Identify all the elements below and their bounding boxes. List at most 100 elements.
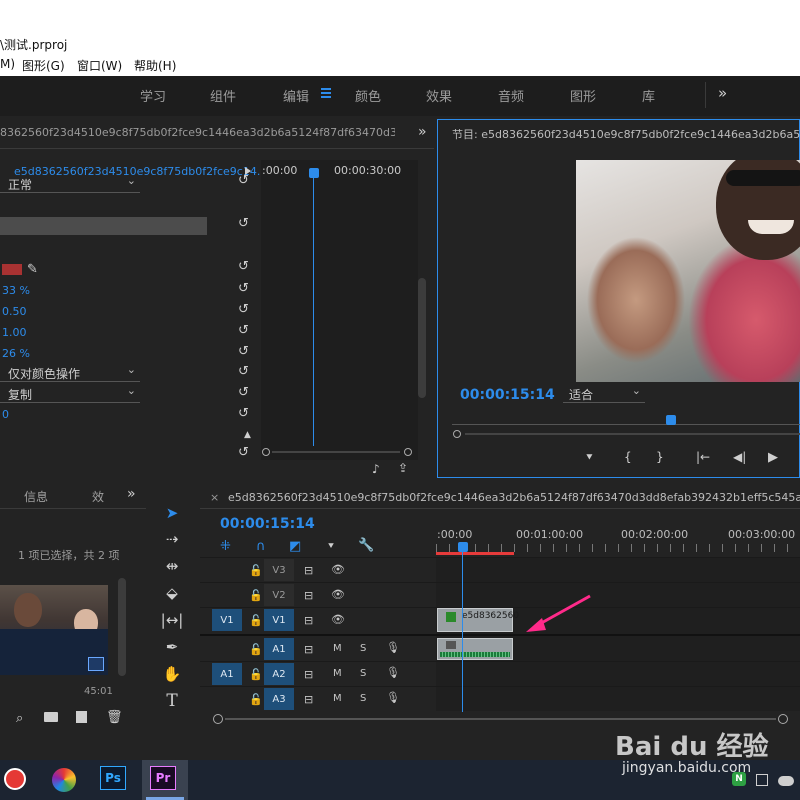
- track-label-a2[interactable]: A2: [264, 663, 294, 685]
- source-patch-a1[interactable]: A1: [212, 663, 242, 685]
- reset-icon[interactable]: ↺: [238, 406, 249, 421]
- composite-dropdown[interactable]: 复制 ⌄: [0, 384, 140, 403]
- lock-icon[interactable]: 🔓: [249, 589, 263, 602]
- effect-value-pct-a[interactable]: 33 %: [2, 284, 30, 297]
- project-thumbnail[interactable]: [0, 585, 108, 675]
- mute-button[interactable]: M: [333, 643, 342, 654]
- workspace-tab-audio[interactable]: 音频: [498, 86, 524, 105]
- reset-icon[interactable]: ↺: [238, 385, 249, 400]
- workspace-tab-color[interactable]: 颜色: [355, 86, 381, 105]
- eye-icon[interactable]: 👁: [331, 563, 345, 576]
- microphone-icon[interactable]: 🎙: [386, 691, 400, 704]
- type-tool-icon[interactable]: T: [160, 690, 184, 712]
- project-more-button[interactable]: »: [127, 486, 136, 502]
- export-icon[interactable]: ⇪: [398, 461, 408, 475]
- tray-icon-cloud[interactable]: [778, 776, 794, 786]
- track-label-v1[interactable]: V1: [264, 609, 294, 631]
- play-icon[interactable]: ▶: [768, 450, 778, 465]
- menu-item-window[interactable]: 窗口(W): [77, 57, 122, 74]
- new-bin-icon[interactable]: [44, 712, 58, 722]
- audio-clip[interactable]: [437, 638, 513, 660]
- new-item-icon[interactable]: [76, 711, 87, 723]
- microphone-icon[interactable]: 🎙: [386, 641, 400, 654]
- effect-value-pct-b[interactable]: 26 %: [2, 347, 30, 360]
- track-label-v2[interactable]: V2: [264, 584, 294, 606]
- selection-tool-icon[interactable]: ➤: [160, 502, 184, 524]
- effect-controls-more[interactable]: »: [418, 124, 427, 140]
- mute-button[interactable]: M: [333, 668, 342, 679]
- project-scrollbar[interactable]: [118, 578, 126, 676]
- export-frame-icon[interactable]: ♪: [372, 462, 380, 476]
- effect-scrollbar[interactable]: [418, 278, 426, 398]
- project-tab-info[interactable]: 信息: [24, 488, 48, 505]
- workspace-more-button[interactable]: »: [718, 84, 727, 102]
- color-swatch[interactable]: [2, 264, 22, 275]
- workspace-tab-libraries[interactable]: 库: [642, 86, 655, 105]
- program-timecode[interactable]: 00:00:15:14: [460, 387, 555, 403]
- premiere-app-icon[interactable]: Pr: [150, 766, 176, 790]
- lock-icon[interactable]: 🔓: [249, 643, 263, 656]
- operation-dropdown[interactable]: 仅对颜色操作 ⌄: [0, 363, 140, 382]
- program-playhead[interactable]: [666, 415, 676, 425]
- sync-lock-icon[interactable]: ⊟: [304, 589, 313, 602]
- workspace-tab-effects[interactable]: 效果: [426, 86, 452, 105]
- workspace-menu-icon[interactable]: [321, 88, 331, 98]
- search-icon[interactable]: ⌕: [16, 711, 23, 726]
- track-label-v3[interactable]: V3: [264, 559, 294, 581]
- source-patch-v1[interactable]: V1: [212, 609, 242, 631]
- pen-tool-icon[interactable]: ✒: [160, 636, 184, 658]
- mute-button[interactable]: M: [333, 693, 342, 704]
- sync-lock-icon[interactable]: ⊟: [304, 693, 313, 706]
- eyedropper-icon[interactable]: ✎: [27, 262, 38, 277]
- work-area-bar[interactable]: [436, 552, 514, 555]
- effect-value-zero[interactable]: 0: [2, 408, 9, 421]
- effect-value-a[interactable]: 0.50: [2, 305, 27, 318]
- solo-button[interactable]: S: [360, 643, 366, 654]
- timeline-sequence-name[interactable]: e5d8362560f23d4510e9c8f75db0f2fce9c1446e…: [228, 491, 800, 504]
- reset-icon[interactable]: ↺: [238, 323, 249, 338]
- app-icon-color-wheel[interactable]: [52, 768, 76, 792]
- reset-icon[interactable]: ↺: [238, 302, 249, 317]
- program-scroll-start[interactable]: [453, 430, 461, 438]
- step-back-icon[interactable]: ◀|: [733, 450, 746, 464]
- timeline-hscroll[interactable]: [213, 714, 788, 724]
- microphone-icon[interactable]: 🎙: [386, 666, 400, 679]
- lock-icon[interactable]: 🔓: [249, 564, 263, 577]
- workspace-tab-learn[interactable]: 学习: [140, 86, 166, 105]
- solo-button[interactable]: S: [360, 693, 366, 704]
- blend-mode-dropdown[interactable]: 正常 ⌄: [0, 174, 140, 193]
- project-tab-effects[interactable]: 效: [92, 488, 104, 505]
- reset-icon[interactable]: ↺: [238, 216, 249, 231]
- marker-icon[interactable]: ⯆: [327, 541, 335, 552]
- photoshop-app-icon[interactable]: Ps: [100, 766, 126, 790]
- reset-icon[interactable]: ↺: [238, 173, 249, 188]
- app-icon-red[interactable]: [4, 768, 26, 790]
- reset-icon[interactable]: ↺: [238, 281, 249, 296]
- effect-value-b[interactable]: 1.00: [2, 326, 27, 339]
- mark-in-icon[interactable]: {: [624, 450, 632, 464]
- track-select-tool-icon[interactable]: ⇢: [160, 528, 184, 550]
- mini-timeline-hscroll[interactable]: [262, 448, 412, 456]
- lock-icon[interactable]: 🔓: [249, 668, 263, 681]
- linked-selection-icon[interactable]: ∩: [256, 539, 266, 554]
- sync-lock-icon[interactable]: ⊟: [304, 564, 313, 577]
- video-clip[interactable]: e5d8362560: [437, 608, 519, 632]
- workspace-tab-graphics[interactable]: 图形: [570, 86, 596, 105]
- timeline-timecode[interactable]: 00:00:15:14: [220, 516, 315, 532]
- sync-lock-icon[interactable]: ⊟: [304, 668, 313, 681]
- menu-item-m[interactable]: M): [0, 57, 15, 71]
- mark-out-icon[interactable]: }: [656, 450, 664, 464]
- reset-icon[interactable]: ↺: [238, 259, 249, 274]
- workspace-tab-assembly[interactable]: 组件: [210, 86, 236, 105]
- lock-icon[interactable]: 🔓: [249, 614, 263, 627]
- timeline-close-icon[interactable]: ×: [210, 491, 219, 504]
- go-to-in-icon[interactable]: |←: [696, 450, 710, 464]
- snap-icon[interactable]: ⁜: [220, 539, 231, 554]
- track-label-a3[interactable]: A3: [264, 688, 294, 710]
- lock-icon[interactable]: 🔓: [249, 693, 263, 706]
- menu-item-help[interactable]: 帮助(H): [134, 57, 176, 74]
- tray-icon-window[interactable]: [756, 774, 768, 786]
- reset-icon[interactable]: ↺: [238, 445, 249, 460]
- fit-dropdown[interactable]: 适合 ⌄: [563, 384, 645, 403]
- eye-icon[interactable]: 👁: [331, 588, 345, 601]
